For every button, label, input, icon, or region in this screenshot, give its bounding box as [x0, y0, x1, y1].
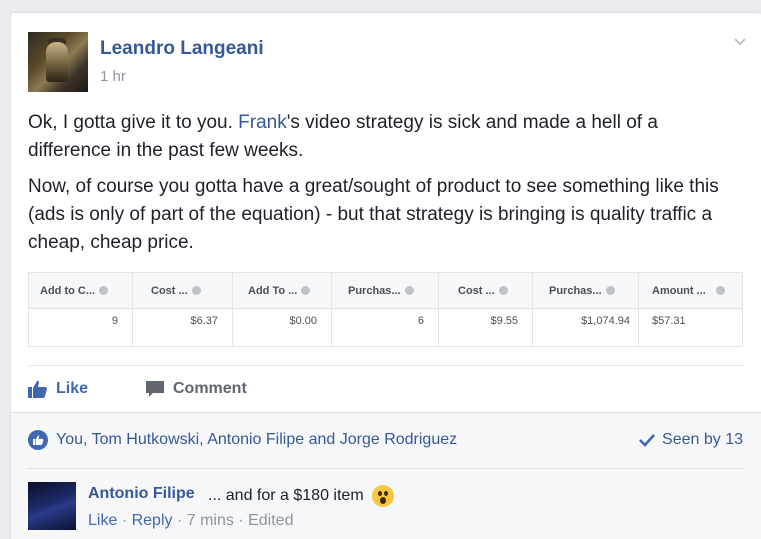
comment-edited[interactable]: Edited: [248, 512, 293, 529]
column-header[interactable]: Amount ...: [652, 285, 725, 297]
stats-column: Purchas... $1,074.94: [533, 273, 639, 346]
seen-by[interactable]: Seen by 13: [638, 431, 743, 449]
post-timestamp[interactable]: 1 hr: [100, 68, 126, 85]
column-header[interactable]: Purchas...: [348, 285, 414, 297]
checkmark-icon: [639, 434, 656, 447]
seen-by-text: Seen by 13: [662, 431, 743, 448]
comment-text: ... and for a $180 item: [208, 485, 394, 507]
comment-like-link[interactable]: Like: [88, 512, 117, 529]
stats-column: Purchas... 6: [332, 273, 439, 346]
commenter-name[interactable]: Antonio Filipe: [88, 485, 195, 503]
divider: [28, 365, 743, 366]
post-card: Leandro Langeani 1 hr Ok, I gotta give i…: [10, 12, 761, 539]
stats-column: Add To ... $0.00: [233, 273, 332, 346]
like-label: Like: [56, 380, 89, 397]
column-header[interactable]: Cost ...: [458, 285, 508, 297]
stat-value: $0.00: [289, 315, 317, 327]
stats-column: Add to C... 9: [29, 273, 133, 346]
mention-link[interactable]: Frank: [238, 112, 287, 133]
separator: ·: [176, 512, 183, 529]
stat-value: $6.37: [190, 315, 218, 327]
column-header[interactable]: Purchas...: [549, 285, 615, 297]
reactions-section: You, Tom Hutkowski, Antonio Filipe and J…: [11, 412, 761, 539]
comment-body: ... and for a $180 item: [208, 487, 364, 504]
comment-button[interactable]: Comment: [145, 376, 247, 402]
info-icon[interactable]: [498, 286, 508, 295]
stat-value: $1,074.94: [581, 315, 630, 327]
commenter-avatar[interactable]: [28, 482, 76, 530]
stat-value: $57.31: [652, 315, 686, 327]
author-avatar[interactable]: [28, 32, 88, 92]
separator: ·: [238, 512, 244, 529]
comment-time[interactable]: 7 mins: [187, 512, 234, 529]
separator: ·: [121, 512, 128, 529]
column-header[interactable]: Add to C...: [40, 285, 108, 297]
info-icon[interactable]: [715, 286, 725, 295]
stats-column: Amount ... $57.31: [639, 273, 742, 346]
comment-reply-link[interactable]: Reply: [132, 512, 173, 529]
stats-column: Cost ... $9.55: [439, 273, 533, 346]
comment-icon: [146, 381, 164, 397]
stat-value: 6: [417, 315, 424, 327]
comment-label: Comment: [173, 380, 247, 397]
info-icon[interactable]: [301, 286, 311, 295]
post-text-start: Ok, I gotta give it to you.: [28, 112, 239, 133]
post-author-name[interactable]: Leandro Langeani: [100, 38, 264, 60]
comment-meta: Like · Reply · 7 mins · Edited: [88, 512, 293, 530]
info-icon[interactable]: [99, 286, 108, 295]
info-icon[interactable]: [191, 286, 201, 295]
info-icon[interactable]: [404, 286, 414, 295]
thumbs-up-icon: [28, 380, 47, 398]
surprised-emoji-icon: [371, 485, 394, 507]
like-button[interactable]: Like: [28, 376, 88, 402]
stats-column: Cost ... $6.37: [133, 273, 233, 346]
divider: [28, 468, 743, 469]
stat-value: 9: [111, 315, 118, 327]
column-header[interactable]: Add To ...: [248, 285, 311, 297]
like-reaction-icon: [28, 430, 48, 450]
post-paragraph-2: Now, of course you gotta have a great/so…: [28, 176, 719, 253]
column-header[interactable]: Cost ...: [151, 285, 201, 297]
chevron-down-icon[interactable]: [733, 35, 747, 49]
info-icon[interactable]: [605, 286, 615, 295]
ads-stats-table: Add to C... 9 Cost ... $6.37 Add To ... …: [28, 272, 743, 347]
post-paragraph-1: Ok, I gotta give it to you. Frank's vide…: [28, 109, 743, 165]
stat-value: $9.55: [490, 315, 518, 327]
likers-text: You, Tom Hutkowski, Antonio Filipe and J…: [56, 431, 458, 448]
likers-list[interactable]: You, Tom Hutkowski, Antonio Filipe and J…: [28, 430, 457, 450]
